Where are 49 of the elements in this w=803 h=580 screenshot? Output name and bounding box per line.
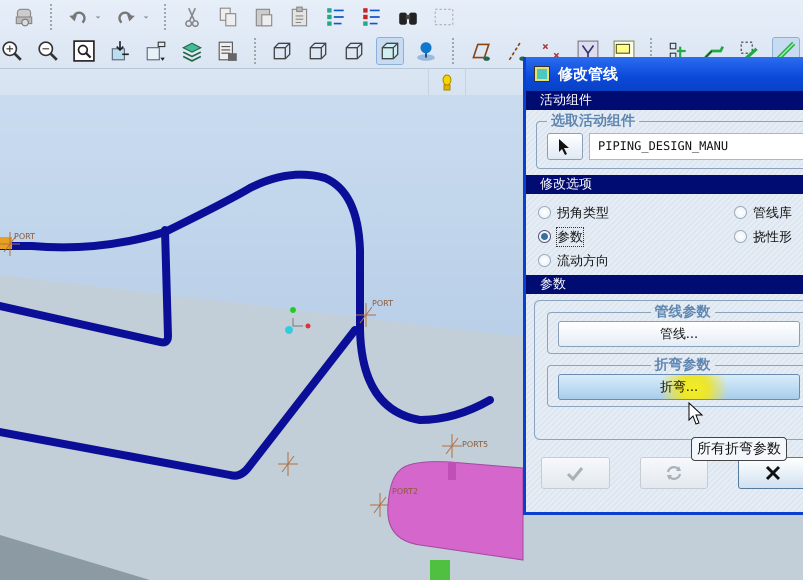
paste-icon[interactable] [253,6,275,28]
origin-axes-icon [285,307,310,334]
coordinate-axes-icon [278,452,298,476]
option-label[interactable]: 参数 [557,228,583,246]
port-label: PORT [372,299,393,308]
tooltip: 所有折弯参数 [691,437,787,461]
group-label: 选取活动组件 [550,112,636,130]
port-label: PORT2 [392,487,418,496]
select-button[interactable] [547,133,583,160]
port-label: PORT [14,232,35,241]
section-header: 修改选项 [526,175,803,194]
option-label[interactable]: 拐角类型 [557,204,609,222]
port-label: PORT5 [462,440,488,449]
cancel-button[interactable] [738,457,803,489]
wireframe-cube-icon[interactable] [271,40,293,62]
section-header: 活动组件 [526,91,803,110]
dialog-title: 修改管线 [558,64,618,84]
group-label: 管线参数 [654,303,712,321]
component-field[interactable]: PIPING_DESIGN_MANU [589,133,803,160]
mouse-pointer-icon [688,402,704,426]
section-header: 参数 [526,275,803,294]
box-tag-icon[interactable] [145,40,167,62]
radio-button[interactable] [538,254,551,267]
wireframe-cube-icon[interactable] [307,40,329,62]
radio-button[interactable] [734,230,747,243]
box-arrow-icon[interactable] [109,40,131,62]
sheet-icon[interactable] [217,40,239,62]
zoom-in-icon[interactable] [1,40,23,62]
radio-button[interactable] [734,206,747,219]
option-label[interactable]: 流动方向 [557,252,609,270]
shaded-cube-icon[interactable] [379,40,401,62]
option-label[interactable]: 管线库 [753,204,792,222]
cycle-arrows-icon [664,463,684,483]
radio-button[interactable] [538,206,551,219]
coordinate-axes-icon [442,434,462,458]
parameter-button[interactable]: 管线... [558,321,800,347]
parameter-button[interactable]: 折弯... [558,374,800,400]
copy-icon[interactable] [217,6,239,28]
option-label[interactable]: 挠性形 [753,228,792,246]
sphere-pin-icon[interactable] [415,40,437,62]
radio-button[interactable] [538,230,551,243]
wireframe-cube-icon[interactable] [343,40,365,62]
layers-icon[interactable] [181,40,203,62]
printer-icon[interactable] [13,6,35,28]
window-icon [534,66,550,82]
zoom-out-icon[interactable] [37,40,59,62]
zoom-window-icon[interactable] [73,40,95,62]
group-label: 折弯参数 [653,356,712,374]
coordinate-axes-icon [370,492,390,518]
